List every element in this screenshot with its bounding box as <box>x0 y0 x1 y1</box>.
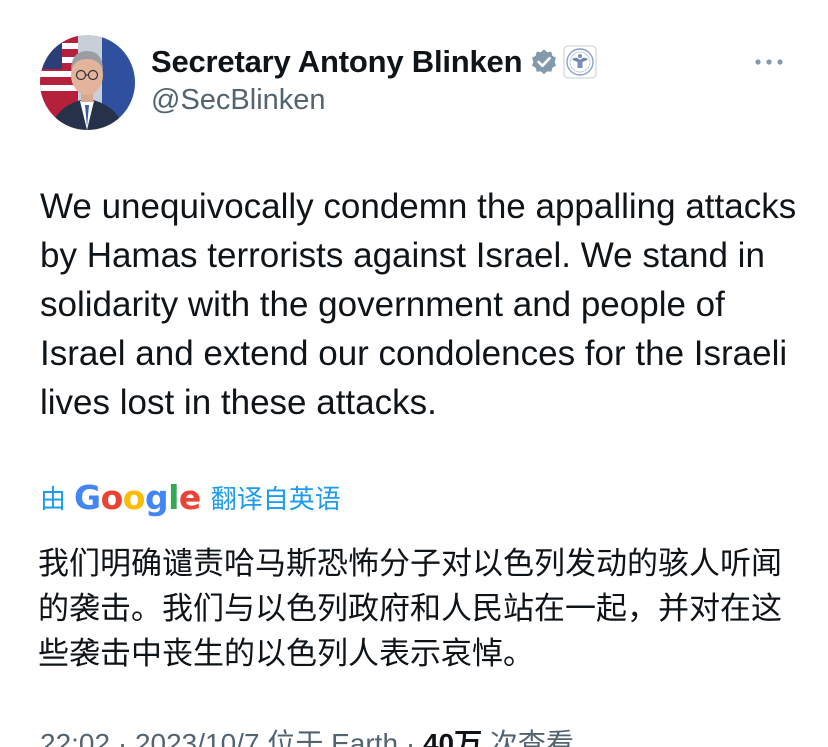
tweet-meta: 22:02 · 2023/10/7 位于 Earth · 40万 次查看 <box>40 722 574 747</box>
more-options-icon[interactable] <box>752 50 786 74</box>
translated-tweet-text: 我们明确谴责哈马斯恐怖分子对以色列发动的骇人听闻的袭击。我们与以色列政府和人民站… <box>38 546 782 672</box>
display-name[interactable]: Secretary Antony Blinken <box>151 44 523 80</box>
state-department-seal-icon[interactable] <box>563 45 597 79</box>
tweet-time[interactable]: 22:02 <box>40 728 110 747</box>
translation-prefix: 由 <box>40 483 67 514</box>
meta-separator: · <box>405 728 416 747</box>
views-count[interactable]: 40万 <box>423 728 482 747</box>
views-label: 次查看 <box>489 728 574 747</box>
display-name-row: Secretary Antony Blinken <box>151 42 597 82</box>
meta-separator: · <box>117 728 128 747</box>
tweet-location: 位于 Earth <box>267 728 399 747</box>
tweet-date[interactable]: 2023/10/7 <box>135 728 260 747</box>
translation-suffix: 翻译自英语 <box>210 483 341 514</box>
google-logo: Google <box>74 477 201 517</box>
tweet-text: We unequivocally condemn the appalling a… <box>40 187 797 422</box>
avatar[interactable] <box>40 35 135 130</box>
verified-badge-icon[interactable] <box>530 48 558 76</box>
translation-attribution[interactable]: 由 Google 翻译自英语 <box>40 476 341 518</box>
tweet-detail: Secretary Antony Blinken @SecBlinken We … <box>0 0 828 747</box>
user-handle[interactable]: @SecBlinken <box>151 84 326 117</box>
avatar-photo <box>40 35 135 130</box>
